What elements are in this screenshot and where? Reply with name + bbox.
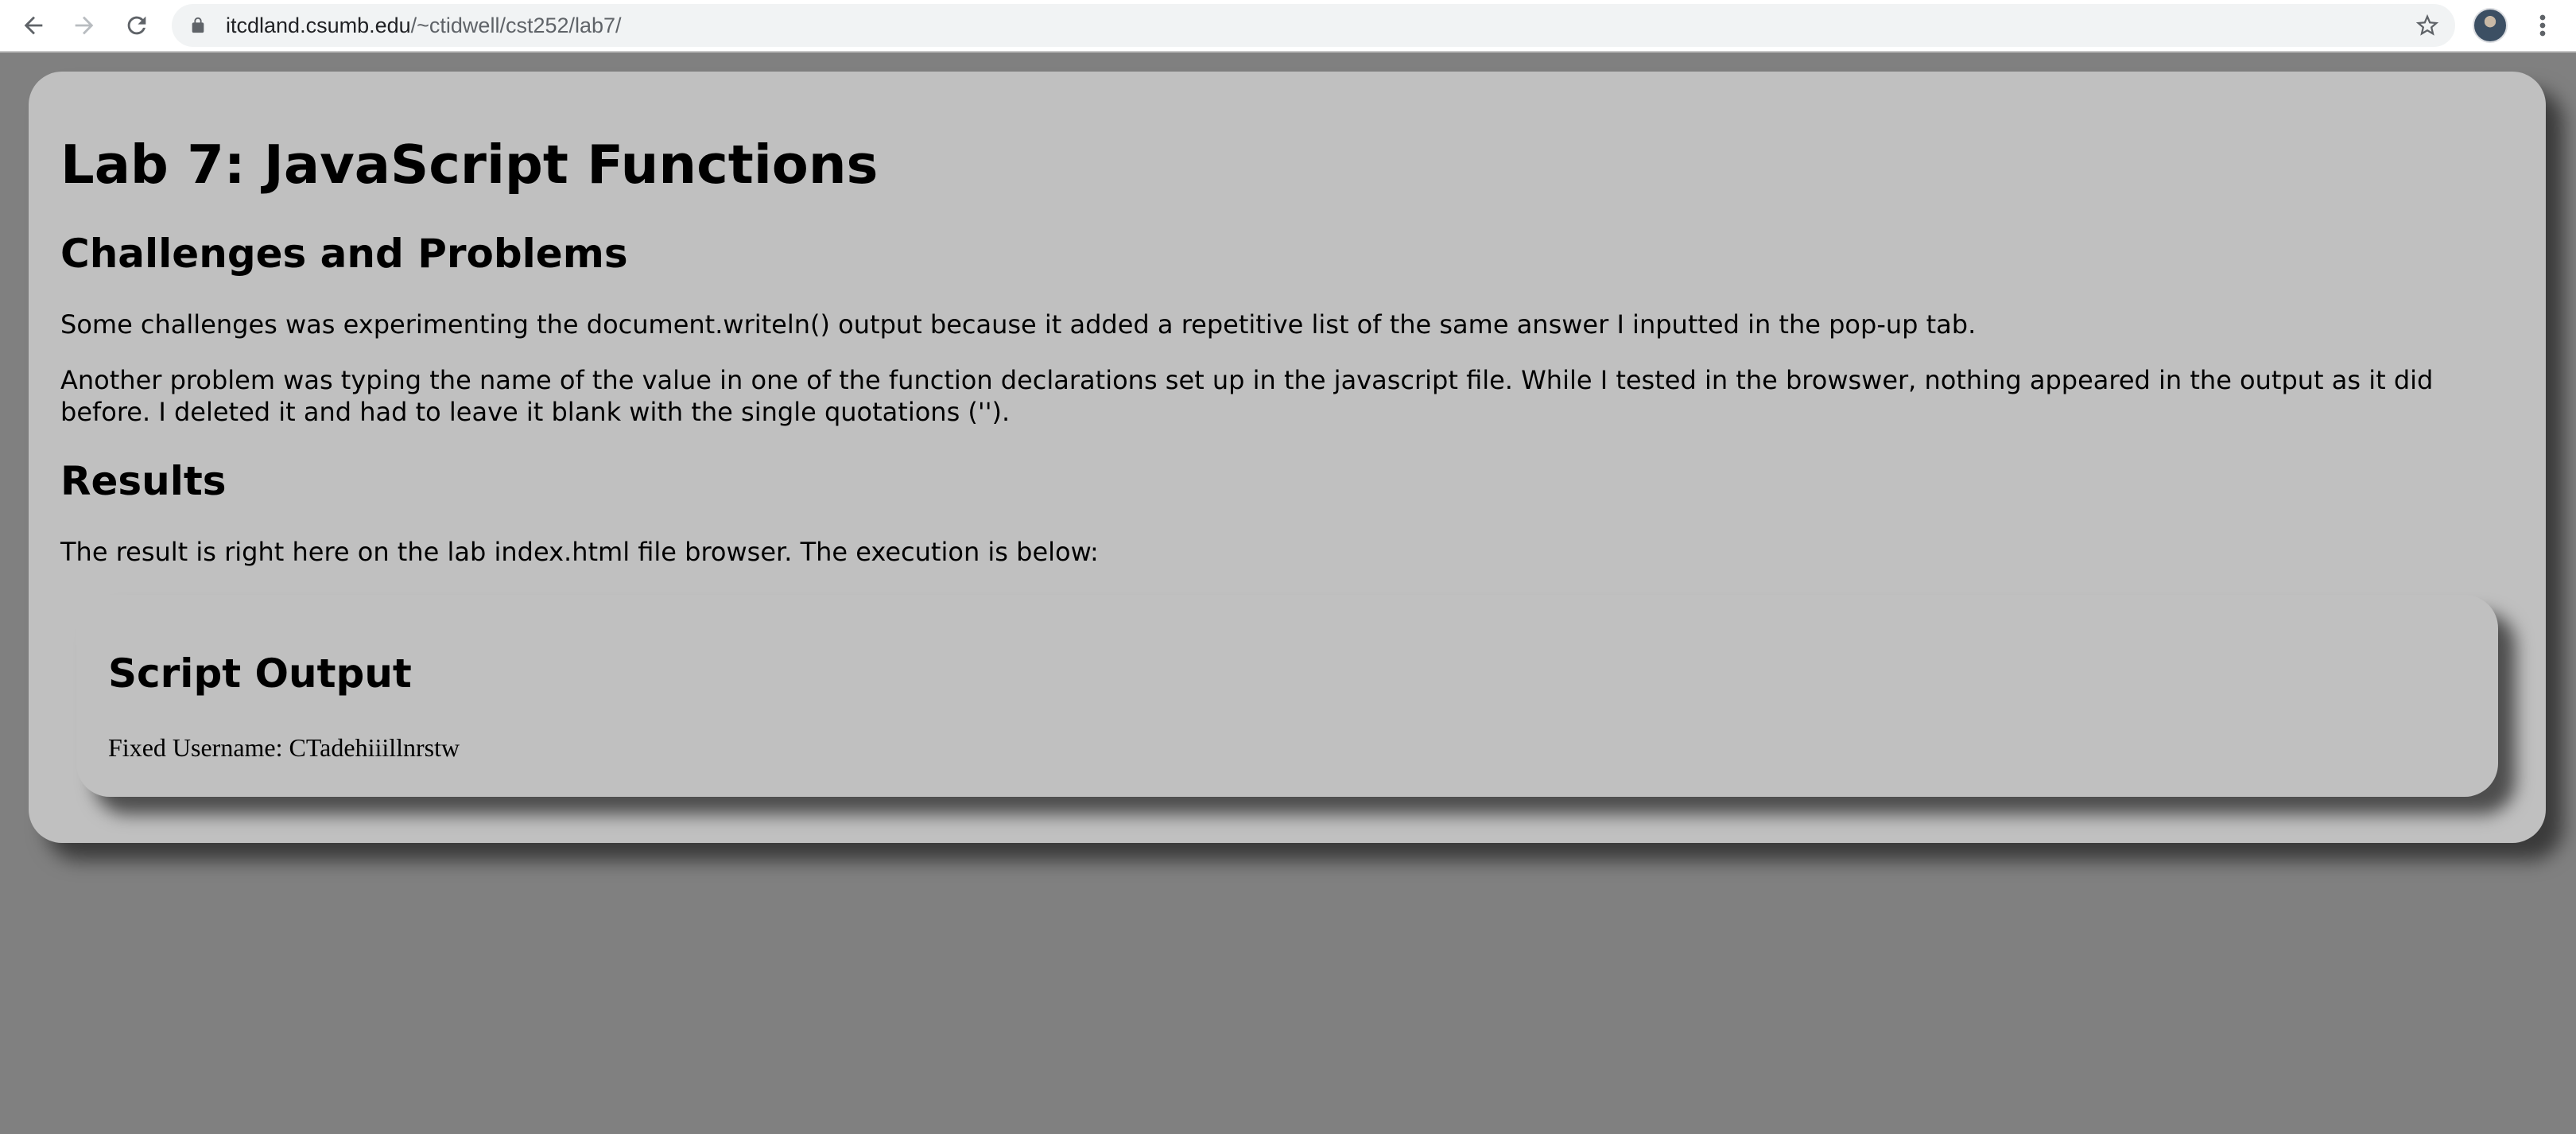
lock-icon[interactable] (189, 16, 207, 35)
content-card: Lab 7: JavaScript Functions Challenges a… (29, 72, 2546, 843)
script-output-heading: Script Output (108, 650, 412, 697)
script-output-text: Fixed Username: CTadehiiillnrstw (108, 733, 460, 762)
url-text[interactable]: itcdland.csumb.edu/~ctidwell/cst252/lab7… (226, 4, 622, 47)
results-heading: Results (60, 458, 227, 504)
reload-icon (127, 16, 146, 35)
address-bar[interactable]: itcdland.csumb.edu/~ctidwell/cst252/lab7… (172, 4, 2455, 47)
back-icon (24, 16, 43, 35)
challenges-paragraph-2: Another problem was typing the name of t… (60, 365, 2434, 427)
challenges-paragraph-1: Some challenges was experimenting the do… (60, 309, 1977, 340)
results-paragraph: The result is right here on the lab inde… (60, 537, 1099, 567)
avatar[interactable] (2473, 8, 2508, 43)
challenges-heading: Challenges and Problems (60, 231, 628, 277)
url-host: itcdland.csumb.edu (226, 14, 411, 37)
forward-button[interactable] (67, 8, 102, 43)
page-title: Lab 7: JavaScript Functions (60, 134, 879, 196)
forward-icon (75, 16, 94, 35)
browser-toolbar: itcdland.csumb.edu/~ctidwell/cst252/lab7… (0, 0, 2576, 52)
menu-icon[interactable] (2527, 10, 2559, 41)
back-button[interactable] (16, 8, 51, 43)
url-path: /~ctidwell/cst252/lab7/ (410, 14, 622, 37)
reload-button[interactable] (119, 8, 154, 43)
script-output-card: Script Output Fixed Username: CTadehiiil… (76, 595, 2498, 797)
star-icon[interactable] (2414, 12, 2441, 39)
